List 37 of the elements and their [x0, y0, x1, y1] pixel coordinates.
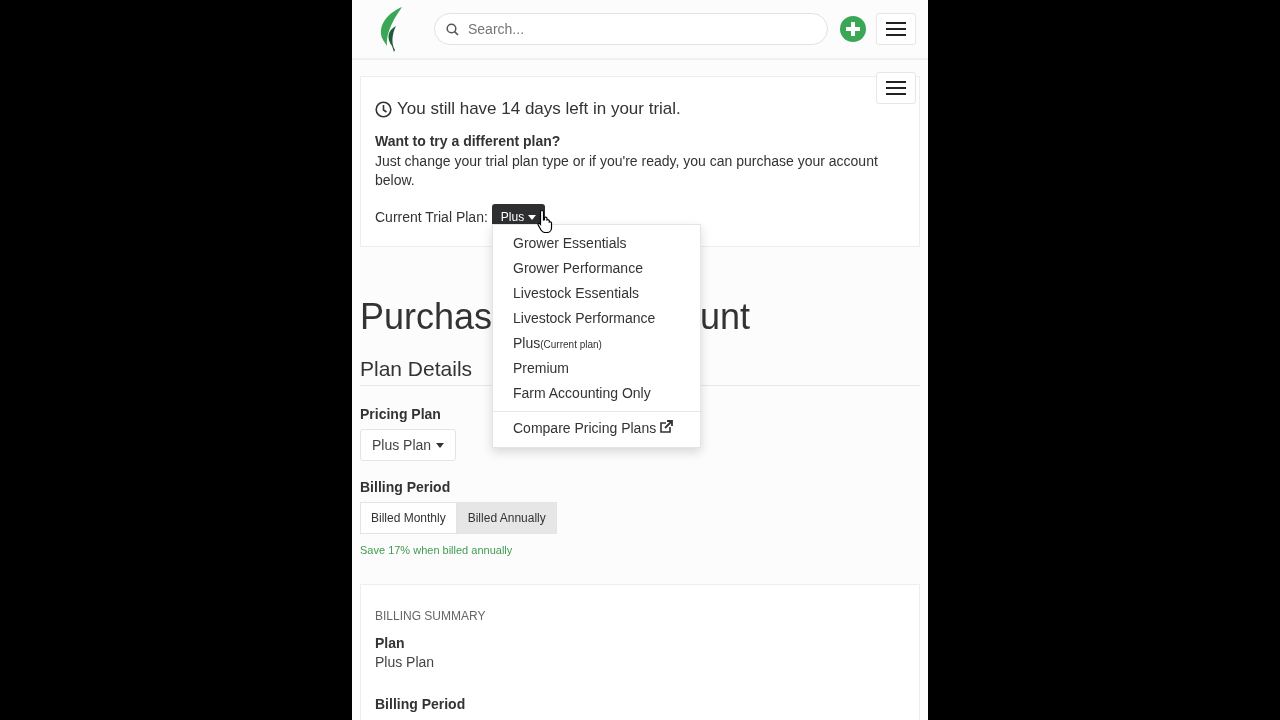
menu-icon — [886, 22, 906, 36]
trial-question: Want to try a different plan? — [375, 133, 562, 149]
billing-period-label: Billing Period — [360, 479, 452, 495]
summary-title: BILLING SUMMARY — [375, 609, 487, 623]
field-label: Billing Period — [375, 696, 467, 712]
savings-note: Save 17% when billed annually — [360, 544, 514, 556]
trial-title: You still have 14 days left in your trial. — [397, 99, 681, 119]
pricing-plan-label: Pricing Plan — [360, 406, 442, 422]
menu-icon — [886, 81, 906, 95]
plan-label: Current Trial Plan: — [375, 209, 488, 225]
menu-item[interactable]: Plus(Current plan) — [493, 331, 700, 356]
menu-item[interactable]: Livestock Performance — [493, 306, 700, 331]
external-link-icon — [660, 420, 674, 433]
page-heading: Purchas — [360, 295, 493, 339]
trial-description: Just change your trial plan type or if you're ready, you can purchase your account below. — [375, 152, 879, 190]
section-title: Plan Details — [360, 357, 473, 381]
menu-item[interactable]: Livestock Essentials — [493, 281, 700, 306]
menu-button[interactable] — [876, 72, 916, 104]
search-field[interactable]: Search... — [434, 13, 828, 45]
clock-icon — [375, 100, 392, 118]
menu-item[interactable]: Grower Essentials — [493, 231, 700, 256]
menu-item[interactable]: Premium — [493, 356, 700, 381]
add-icon[interactable] — [840, 16, 866, 42]
caret-icon — [436, 442, 445, 448]
leaf-logo[interactable] — [378, 6, 404, 52]
billing-period-toggle[interactable]: Billed Monthly — [360, 502, 457, 534]
pricing-plan-dropdown[interactable]: Plus Plan — [360, 429, 457, 461]
compare-link[interactable]: Compare Pricing Plans — [493, 416, 700, 441]
menu-item[interactable]: Grower Performance — [493, 256, 700, 281]
menu-item[interactable]: Farm Accounting Only — [493, 381, 700, 406]
page-heading: unt — [700, 295, 751, 339]
search-icon — [446, 23, 459, 36]
field-value: Plus Plan — [375, 654, 436, 670]
menu-button[interactable] — [876, 13, 916, 45]
billing-period-toggle[interactable]: Billed Annually — [456, 502, 557, 534]
field-label: Plan — [375, 635, 406, 651]
caret-icon — [528, 214, 537, 220]
